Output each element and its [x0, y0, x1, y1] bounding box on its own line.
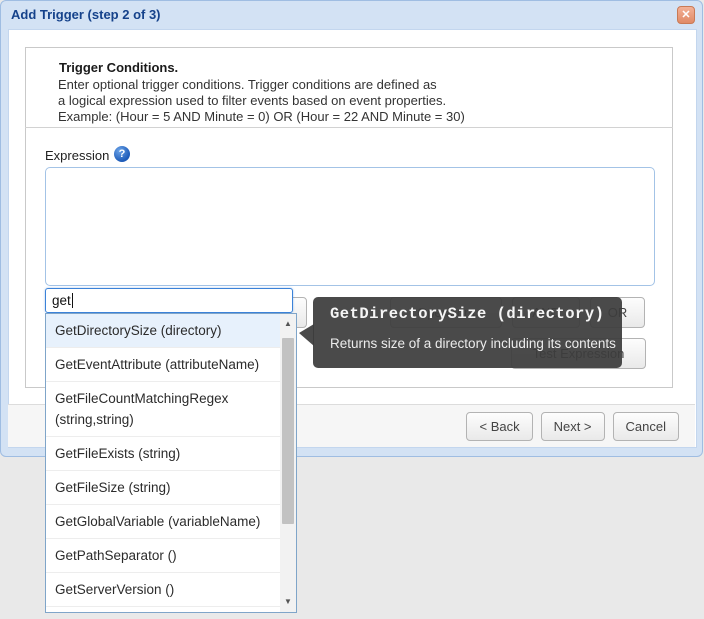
scroll-up-icon[interactable]: ▲	[280, 316, 296, 332]
list-item[interactable]: GetGlobalVariable (variableName)	[46, 504, 280, 538]
instructions-line: Example: (Hour = 5 AND Minute = 0) OR (H…	[58, 109, 465, 124]
list-item[interactable]: GetServerVersion ()	[46, 572, 280, 606]
dialog-titlebar: Add Trigger (step 2 of 3) ✕	[1, 1, 704, 29]
function-tooltip: GetDirectorySize (directory) Returns siz…	[299, 297, 622, 368]
function-search-input[interactable]: get	[45, 288, 293, 313]
tooltip-arrow	[299, 324, 314, 346]
function-search-value: get	[52, 293, 71, 308]
list-item[interactable]: GetDirectorySize (directory)	[46, 314, 280, 347]
page-background: Add Trigger (step 2 of 3) ✕ Trigger Cond…	[0, 0, 704, 619]
list-item[interactable]: GetUserGroup (username)	[46, 606, 280, 612]
expression-textarea[interactable]	[45, 167, 655, 286]
text-caret	[71, 293, 73, 308]
list-item[interactable]: GetFileSize (string)	[46, 470, 280, 504]
cancel-button[interactable]: Cancel	[612, 411, 679, 441]
instructions-heading: Trigger Conditions.	[59, 60, 179, 75]
scrollbar-thumb[interactable]	[282, 338, 294, 524]
dropdown-scrollbar[interactable]: ▲ ▼	[280, 314, 296, 612]
next-button[interactable]: Next >	[540, 411, 605, 441]
function-list: GetDirectorySize (directory) GetEventAtt…	[46, 314, 280, 612]
instructions-section: Trigger Conditions. Enter optional trigg…	[25, 47, 673, 128]
function-autocomplete-dropdown: GetDirectorySize (directory) GetEventAtt…	[45, 313, 297, 613]
instructions-line: a logical expression used to filter even…	[58, 93, 447, 108]
list-item[interactable]: GetFileExists (string)	[46, 436, 280, 470]
tooltip-title: GetDirectorySize (directory)	[330, 305, 605, 323]
help-icon[interactable]: ?	[114, 146, 130, 162]
list-item[interactable]: GetPathSeparator ()	[46, 538, 280, 572]
list-item[interactable]: GetFileCountMatchingRegex (string,string…	[46, 381, 280, 436]
instructions-line: Enter optional trigger conditions. Trigg…	[58, 77, 437, 92]
expression-label: Expression	[45, 148, 110, 163]
back-button[interactable]: < Back	[466, 411, 533, 441]
list-item[interactable]: GetEventAttribute (attributeName)	[46, 347, 280, 381]
dialog-title: Add Trigger (step 2 of 3)	[11, 7, 161, 22]
scroll-down-icon[interactable]: ▼	[280, 594, 296, 610]
close-icon[interactable]: ✕	[677, 6, 695, 24]
tooltip-description: Returns size of a directory including it…	[330, 336, 616, 351]
